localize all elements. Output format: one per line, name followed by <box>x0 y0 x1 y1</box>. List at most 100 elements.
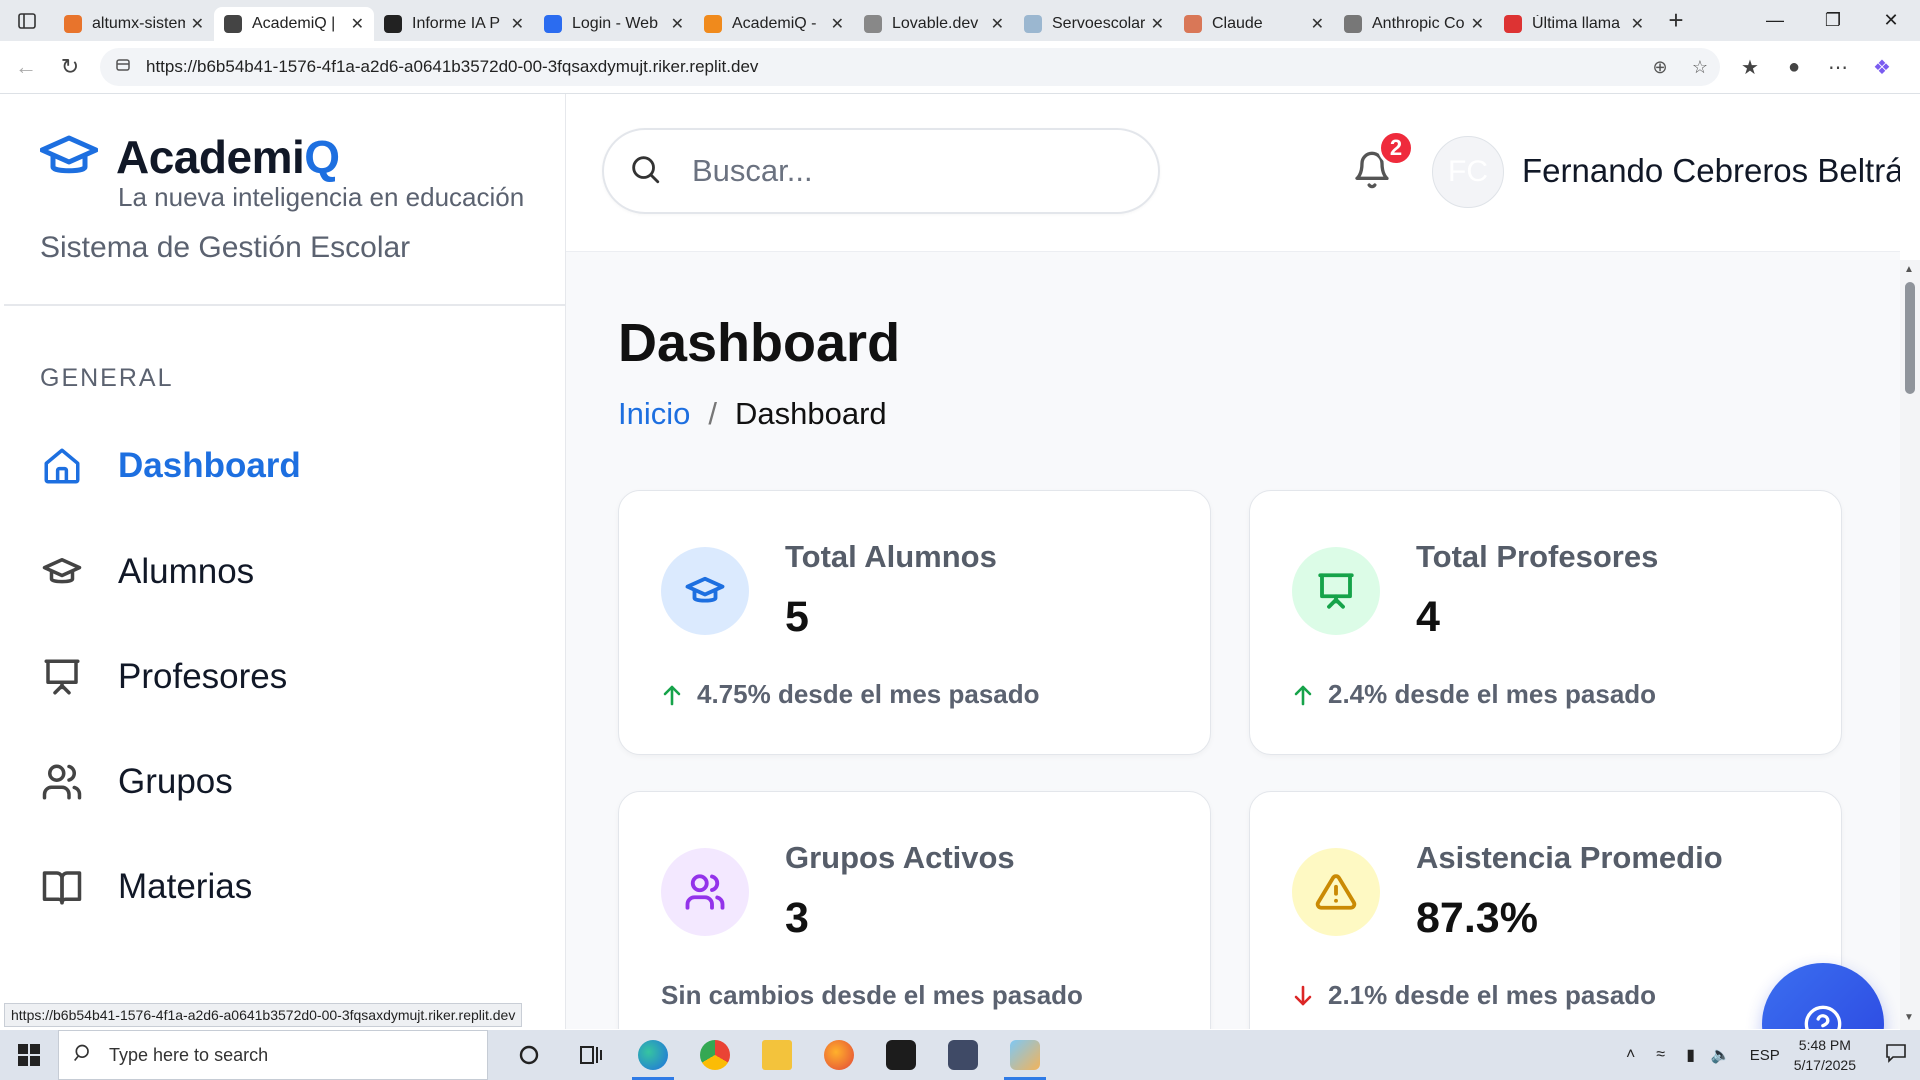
browser-tab[interactable]: Anthropic Co ✕ <box>1334 7 1494 41</box>
cortana-icon[interactable] <box>498 1030 560 1080</box>
sidebar-item-alumnos[interactable]: Alumnos <box>40 542 254 602</box>
brand-logo[interactable]: AcademiQ <box>40 131 340 184</box>
search-icon <box>628 152 664 191</box>
refresh-button[interactable]: ↻ <box>48 45 92 89</box>
stat-trend-text: 2.1% desde el mes pasado <box>1328 980 1657 1010</box>
window-controls: — ❐ ✕ <box>1746 0 1920 41</box>
sidebar-item-grupos[interactable]: Grupos <box>40 752 233 812</box>
top-header: Buscar... 2 FC Fernando Cebreros Beltrán <box>566 94 1900 252</box>
close-tab-icon[interactable]: ✕ <box>1151 14 1164 34</box>
start-button[interactable] <box>0 1030 58 1080</box>
sidebar-item-label: Materias <box>118 867 253 906</box>
stat-trend: Sin cambios desde el mes pasado <box>661 980 1083 1011</box>
browser-tab[interactable]: AcademiQ - ✕ <box>694 7 854 41</box>
tab-title: Informe IA P <box>412 15 501 32</box>
breadcrumb-home-link[interactable]: Inicio <box>618 396 690 432</box>
chrome-browser-icon[interactable] <box>684 1030 746 1080</box>
taskbar-search-input[interactable]: Type here to search <box>58 1030 488 1080</box>
stat-label: Total Profesores <box>1416 539 1659 574</box>
windows-logo-icon <box>18 1044 40 1066</box>
tab-title: Login - Web <box>572 15 658 32</box>
minimize-button[interactable]: — <box>1746 0 1804 41</box>
tab-actions-button[interactable] <box>0 0 54 41</box>
taskbar-clock[interactable]: 5:48 PM 5/17/2025 <box>1794 1035 1856 1075</box>
system-tray: ˄ ≈ ▮ 🔈 ESP 5:48 PM 5/17/2025 <box>1616 1030 1920 1080</box>
close-window-button[interactable]: ✕ <box>1862 0 1920 41</box>
favorites-icon[interactable]: ★ <box>1728 55 1772 80</box>
arrow-up-icon <box>661 683 683 707</box>
stat-trend: 2.1% desde el mes pasado <box>1292 980 1656 1011</box>
stat-value: 5 <box>785 593 809 641</box>
close-tab-icon[interactable]: ✕ <box>991 14 1004 34</box>
profile-icon[interactable]: ● <box>1772 56 1816 79</box>
scrollbar-thumb[interactable] <box>1905 282 1915 394</box>
sidebar-item-profesores[interactable]: Profesores <box>40 647 287 707</box>
tab-title: altumx-sistema <box>92 15 185 32</box>
browser-tab[interactable]: Servoescolar ✕ <box>1014 7 1174 41</box>
scroll-up-arrow[interactable]: ▲ <box>1904 264 1914 275</box>
address-bar[interactable]: https://b6b54b41-1576-4f1a-a2d6-a0641b35… <box>100 48 1720 86</box>
edge-browser-icon[interactable] <box>622 1030 684 1080</box>
paint-app-icon[interactable] <box>994 1030 1056 1080</box>
tab-favicon-icon <box>384 15 402 33</box>
sidebar-item-dashboard[interactable]: Dashboard <box>40 436 301 496</box>
graduation-cap-logo-icon <box>40 135 98 174</box>
stat-trend-text: 4.75% desde el mes pasado <box>697 679 1040 709</box>
file-explorer-icon[interactable] <box>746 1030 808 1080</box>
close-tab-icon[interactable]: ✕ <box>511 14 524 34</box>
site-info-icon[interactable] <box>114 56 136 79</box>
close-tab-icon[interactable]: ✕ <box>1631 14 1644 34</box>
battery-icon[interactable]: ▮ <box>1676 1045 1706 1065</box>
browser-tab[interactable]: Lovable.dev ✕ <box>854 7 1014 41</box>
browser-tab[interactable]: altumx-sistema ✕ <box>54 7 214 41</box>
windows-taskbar: Type here to search ˄ ≈ ▮ 🔈 ESP 5:48 PM … <box>0 1030 1920 1080</box>
zoom-icon[interactable]: ⊕ <box>1640 57 1680 78</box>
app-subtitle: Sistema de Gestión Escolar <box>40 231 411 264</box>
gaming-app-icon[interactable] <box>870 1030 932 1080</box>
browser-tab[interactable]: Última llama ✕ <box>1494 7 1654 41</box>
close-tab-icon[interactable]: ✕ <box>1311 14 1324 34</box>
firefox-browser-icon[interactable] <box>808 1030 870 1080</box>
browser-tab[interactable]: Informe IA P ✕ <box>374 7 534 41</box>
close-tab-icon[interactable]: ✕ <box>1471 14 1484 34</box>
page-scrollbar[interactable]: ▲ ▼ <box>1900 260 1920 1030</box>
user-name[interactable]: Fernando Cebreros Beltrán <box>1522 152 1900 190</box>
notification-center-icon[interactable] <box>1872 1043 1920 1067</box>
stat-label: Asistencia Promedio <box>1416 840 1723 875</box>
stat-card-asistencia-promedio: Asistencia Promedio 87.3% 2.1% desde el … <box>1249 791 1842 1029</box>
close-tab-icon[interactable]: ✕ <box>831 14 844 34</box>
tab-title: AcademiQ | <box>252 15 336 32</box>
sidebar-item-materias[interactable]: Materias <box>40 857 252 917</box>
remote-desktop-icon[interactable] <box>932 1030 994 1080</box>
avatar[interactable]: FC <box>1432 136 1504 208</box>
close-tab-icon[interactable]: ✕ <box>671 14 684 34</box>
show-hidden-icons-chevron-icon[interactable]: ˄ <box>1616 1046 1646 1064</box>
browser-tab[interactable]: AcademiQ | ✕ <box>214 7 374 41</box>
tab-title: AcademiQ - <box>732 15 817 32</box>
restore-button[interactable]: ❐ <box>1804 0 1862 41</box>
taskbar-search-placeholder: Type here to search <box>109 1044 269 1065</box>
sidebar-item-label: Dashboard <box>118 446 301 485</box>
close-tab-icon[interactable]: ✕ <box>191 14 204 34</box>
tab-actions-icon <box>18 12 36 29</box>
input-language[interactable]: ESP <box>1750 1047 1780 1064</box>
new-tab-button[interactable]: + <box>1654 5 1698 36</box>
clock-time: 5:48 PM <box>1798 1037 1851 1053</box>
stat-value: 3 <box>785 894 809 942</box>
clock-date: 5/17/2025 <box>1793 1057 1856 1073</box>
wifi-icon[interactable]: ≈ <box>1646 1046 1676 1064</box>
tab-title: Lovable.dev <box>892 15 979 32</box>
more-options-icon[interactable]: ⋯ <box>1816 55 1860 80</box>
back-button[interactable]: ← <box>4 45 48 89</box>
scroll-down-arrow[interactable]: ▼ <box>1904 1012 1914 1023</box>
favorite-star-icon[interactable]: ☆ <box>1680 57 1720 78</box>
stat-trend-text: 2.4% desde el mes pasado <box>1328 679 1657 709</box>
copilot-icon[interactable]: ❖ <box>1860 55 1904 80</box>
task-view-icon[interactable] <box>560 1030 622 1080</box>
browser-tab[interactable]: Login - Web ✕ <box>534 7 694 41</box>
search-input[interactable]: Buscar... <box>602 128 1160 214</box>
tab-title: Última llama <box>1532 15 1621 32</box>
volume-icon[interactable]: 🔈 <box>1706 1045 1736 1065</box>
browser-tab[interactable]: Claude ✕ <box>1174 7 1334 41</box>
close-tab-icon[interactable]: ✕ <box>351 14 364 34</box>
